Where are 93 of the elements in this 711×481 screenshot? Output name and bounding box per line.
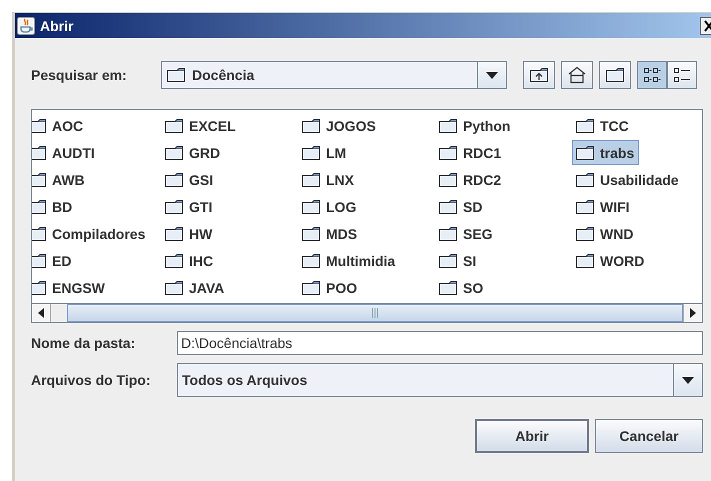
- folder-item[interactable]: LM: [298, 140, 352, 165]
- look-in-dropdown[interactable]: Docência: [161, 61, 507, 89]
- up-folder-icon: [529, 67, 549, 83]
- folder-item[interactable]: SEG: [435, 221, 498, 246]
- folder-item[interactable]: trabs: [572, 140, 640, 165]
- folder-item[interactable]: JAVA: [161, 275, 230, 300]
- folder-item[interactable]: RDC1: [435, 140, 506, 165]
- folder-icon: [575, 144, 595, 160]
- folder-item[interactable]: BD: [32, 194, 78, 219]
- list-view-icon: [643, 67, 661, 83]
- folder-item[interactable]: LNX: [298, 167, 359, 192]
- open-button[interactable]: Abrir: [475, 419, 589, 453]
- look-in-label: Pesquisar em:: [31, 67, 128, 83]
- folder-item[interactable]: SI: [435, 248, 482, 273]
- folder-item[interactable]: LOG: [298, 194, 362, 219]
- folder-icon: [166, 67, 186, 83]
- folder-icon: [301, 226, 321, 242]
- home-icon: [567, 66, 587, 84]
- dropdown-arrow-icon: [682, 376, 694, 384]
- folder-icon: [32, 280, 47, 296]
- folder-icon: [575, 172, 595, 188]
- folder-icon: [438, 226, 458, 242]
- folder-item[interactable]: IHC: [161, 248, 218, 273]
- details-view-icon: [673, 67, 691, 83]
- folder-item[interactable]: TCC: [572, 113, 634, 138]
- folder-icon: [438, 280, 458, 296]
- folder-icon: [32, 226, 47, 242]
- folder-item[interactable]: SO: [435, 275, 488, 300]
- folder-item[interactable]: ED: [32, 248, 76, 273]
- folder-item[interactable]: JOGOS: [298, 113, 381, 138]
- folder-name-field[interactable]: D:\Docência\trabs: [177, 331, 703, 355]
- folder-icon: [301, 280, 321, 296]
- folder-icon: [32, 198, 47, 214]
- folder-icon: [575, 118, 595, 134]
- scroll-right-icon: [690, 308, 696, 318]
- folder-item[interactable]: Usabilidade: [572, 167, 684, 192]
- folder-item[interactable]: WORD: [572, 248, 650, 273]
- folder-item[interactable]: MDS: [298, 221, 362, 246]
- folder-icon: [575, 198, 595, 214]
- file-type-label: Arquivos do Tipo:: [31, 372, 152, 388]
- folder-icon: [575, 252, 595, 268]
- up-folder-button[interactable]: [523, 61, 555, 89]
- folder-icon: [301, 252, 321, 268]
- folder-icon: [164, 280, 184, 296]
- file-type-dropdown[interactable]: Todos os Arquivos: [177, 363, 703, 397]
- folder-item[interactable]: ENGSW: [32, 275, 110, 300]
- folder-icon: [301, 144, 321, 160]
- folder-icon: [301, 118, 321, 134]
- folder-icon: [164, 198, 184, 214]
- folder-item[interactable]: WND: [572, 221, 638, 246]
- folder-icon: [438, 198, 458, 214]
- folder-name-label: Nome da pasta:: [31, 335, 136, 351]
- folder-item[interactable]: POO: [298, 275, 362, 300]
- folder-icon: [575, 226, 595, 242]
- cup-icon: [17, 16, 35, 34]
- list-view-button[interactable]: [637, 61, 667, 89]
- folder-item[interactable]: Multimidia: [298, 248, 400, 273]
- folder-icon: [32, 252, 47, 268]
- folder-icon: [32, 144, 47, 160]
- home-button[interactable]: [561, 61, 593, 89]
- folder-item[interactable]: AUDTI: [32, 140, 100, 165]
- folder-item[interactable]: GTI: [161, 194, 218, 219]
- folder-item[interactable]: Python: [435, 113, 516, 138]
- folder-icon: [164, 226, 184, 242]
- folder-icon: [32, 118, 47, 134]
- folder-icon: [164, 252, 184, 268]
- dropdown-arrow-icon: [486, 72, 498, 78]
- folder-icon: [301, 198, 321, 214]
- folder-icon: [32, 172, 47, 188]
- folder-icon: [438, 172, 458, 188]
- folder-item[interactable]: HW: [161, 221, 218, 246]
- folder-icon: [438, 144, 458, 160]
- folder-item[interactable]: AWB: [32, 167, 90, 192]
- folder-item[interactable]: GRD: [161, 140, 226, 165]
- folder-icon: [164, 172, 184, 188]
- folder-icon: [438, 252, 458, 268]
- folder-item[interactable]: SD: [435, 194, 488, 219]
- folder-icon: [605, 67, 625, 83]
- folder-item[interactable]: Compiladores: [32, 221, 150, 246]
- folder-item[interactable]: GSI: [161, 167, 218, 192]
- folder-icon: [164, 118, 184, 134]
- folder-item[interactable]: RDC2: [435, 167, 506, 192]
- folder-item[interactable]: EXCEL: [161, 113, 241, 138]
- folder-icon: [301, 172, 321, 188]
- folder-icon: [164, 144, 184, 160]
- scroll-left-icon: [38, 308, 44, 318]
- new-folder-button[interactable]: [599, 61, 631, 89]
- details-view-button[interactable]: [667, 61, 697, 89]
- folder-item[interactable]: WIFI: [572, 194, 635, 219]
- folder-icon: [438, 118, 458, 134]
- cancel-button[interactable]: Cancelar: [595, 419, 703, 453]
- folder-item[interactable]: AOC: [32, 113, 88, 138]
- window-title: Abrir: [40, 18, 74, 34]
